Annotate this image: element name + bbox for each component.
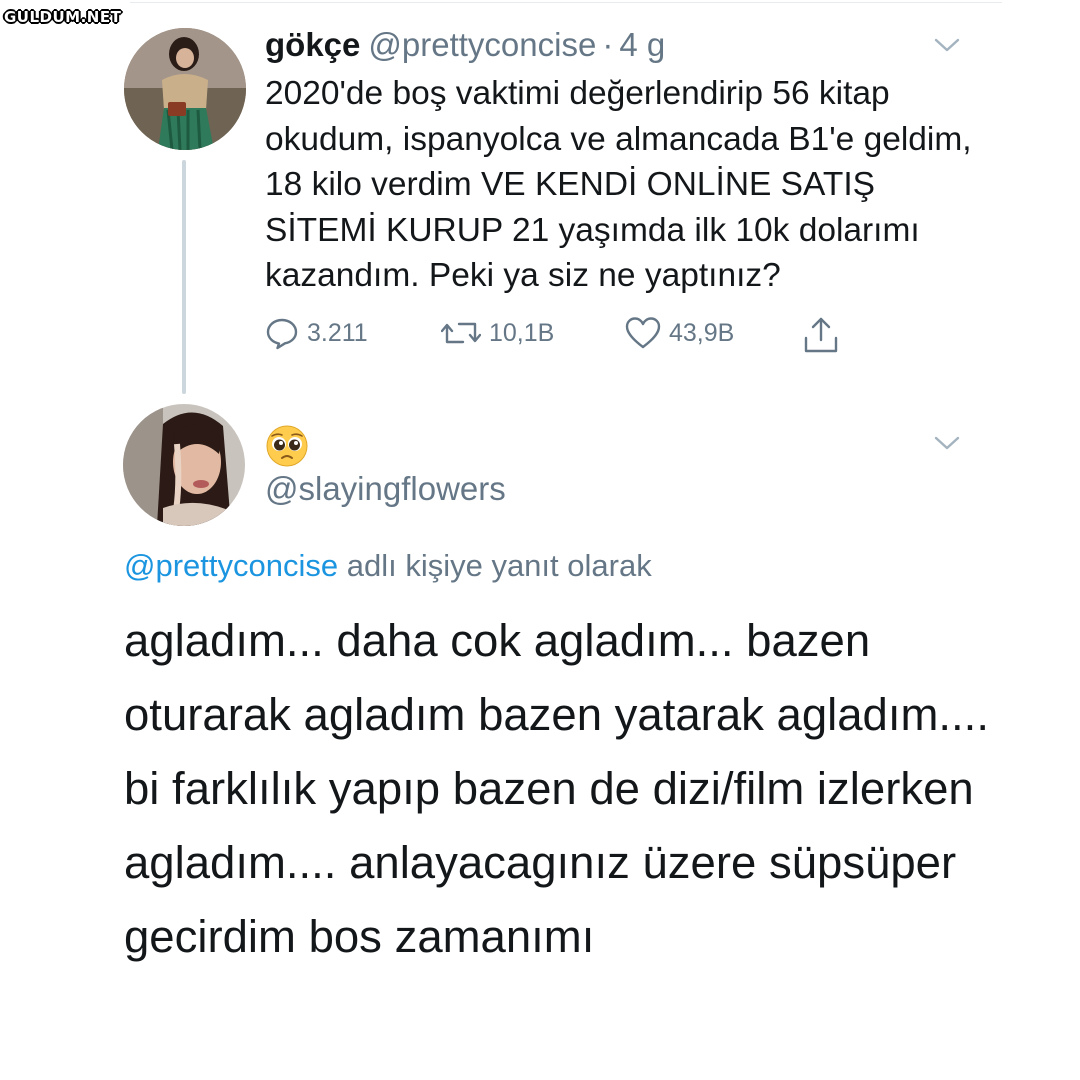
avatar-slayingflowers[interactable]	[123, 404, 245, 526]
reply-context: @prettyconcise adlı kişiye yanıt olarak	[124, 546, 652, 586]
retweet-button[interactable]: 10,1B	[441, 316, 554, 350]
reply-bubble-icon	[266, 318, 298, 350]
avatar-photo-icon	[123, 404, 245, 526]
reply-mention-link[interactable]: @prettyconcise	[124, 548, 338, 583]
like-button[interactable]: 43,9B	[625, 316, 734, 350]
top-divider	[130, 2, 1002, 3]
heart-icon	[625, 317, 661, 349]
thread-connector-line	[182, 160, 186, 394]
retweet-icon	[441, 322, 481, 344]
reply-count: 3.211	[307, 318, 368, 347]
reply-button[interactable]: 3.211	[265, 316, 368, 350]
tweet-header: gökçe @prettyconcise · 4 g	[265, 24, 665, 66]
separator-dot: ·	[602, 26, 614, 63]
user-handle[interactable]: @slayingflowers	[265, 468, 506, 510]
share-button[interactable]	[803, 316, 839, 354]
user-handle[interactable]: @prettyconcise	[368, 26, 596, 63]
watermark-text: GULDUM.NET	[4, 8, 122, 26]
chevron-down-icon[interactable]	[933, 36, 961, 54]
chevron-down-icon[interactable]	[933, 434, 961, 452]
avatar-photo-icon	[124, 28, 246, 150]
tweet-actions: 3.211 10,1B 43,9B	[265, 316, 865, 356]
share-icon	[804, 317, 838, 353]
avatar-prettyconcise[interactable]	[124, 28, 246, 150]
display-name[interactable]: gökçe	[265, 26, 360, 63]
reply-tweet-text: agladım... daha cok agladım... bazen otu…	[124, 615, 989, 962]
tweet-time[interactable]: 4 g	[619, 26, 665, 63]
like-count: 43,9B	[669, 318, 735, 347]
watermark-logo: GULDUM.NET	[4, 6, 124, 28]
pleading-face-emoji	[266, 425, 308, 467]
retweet-count: 10,1B	[489, 318, 555, 347]
tweet-text: 2020'de boş vaktimi değerlendirip 56 kit…	[265, 75, 972, 294]
reply-context-label: adlı kişiye yanıt olarak	[338, 548, 652, 583]
